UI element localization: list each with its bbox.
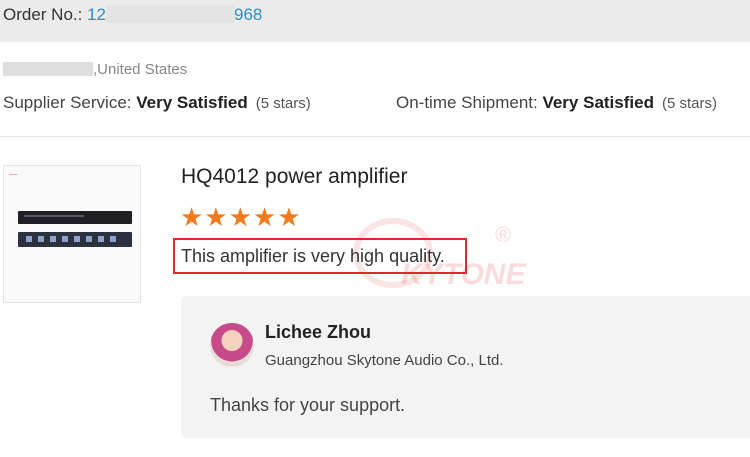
registered-mark-icon: ® <box>495 222 512 247</box>
supplier-service-rating: Supplier Service: Very Satisfied (5 stars… <box>3 93 311 113</box>
shipment-label: On-time Shipment: <box>396 93 543 112</box>
buyer-country: ,United States <box>93 61 188 78</box>
section-divider <box>0 136 750 137</box>
brand-logo: ~~ <box>9 172 18 179</box>
order-number-redaction <box>106 5 235 23</box>
order-header: Order No.: 12 968 <box>0 0 750 42</box>
supplier-service-value: Very Satisfied <box>136 93 248 112</box>
order-number: Order No.: 12 968 <box>3 5 262 25</box>
review-text: This amplifier is very high quality. <box>181 246 445 266</box>
shipment-stars: (5 stars) <box>661 95 717 112</box>
seller-reply-text: Thanks for your support. <box>210 395 406 415</box>
seller-company: Guangzhou Skytone Audio Co., Ltd. <box>265 352 504 369</box>
supplier-service-stars: (5 stars) <box>255 95 311 112</box>
seller-name: Lichee Zhou <box>265 322 372 342</box>
shipment-value: Very Satisfied <box>542 93 654 112</box>
order-number-prefix[interactable]: 12 <box>87 5 106 24</box>
product-thumbnail[interactable]: ~~ <box>3 165 141 303</box>
product-title[interactable]: HQ4012 power amplifier <box>181 165 407 189</box>
amplifier-unit-bottom <box>18 232 132 247</box>
supplier-service-label: Supplier Service: <box>3 93 137 112</box>
seller-avatar <box>210 323 254 367</box>
amplifier-unit-top <box>18 211 132 224</box>
buyer-location: ,United States <box>3 61 187 78</box>
order-label-text: Order No.: <box>3 5 88 24</box>
buyer-name-redaction <box>3 62 93 76</box>
star-rating: ★★★★★ <box>180 202 302 232</box>
shipment-rating: On-time Shipment: Very Satisfied (5 stars… <box>396 93 717 113</box>
order-number-suffix[interactable]: 968 <box>234 5 262 24</box>
